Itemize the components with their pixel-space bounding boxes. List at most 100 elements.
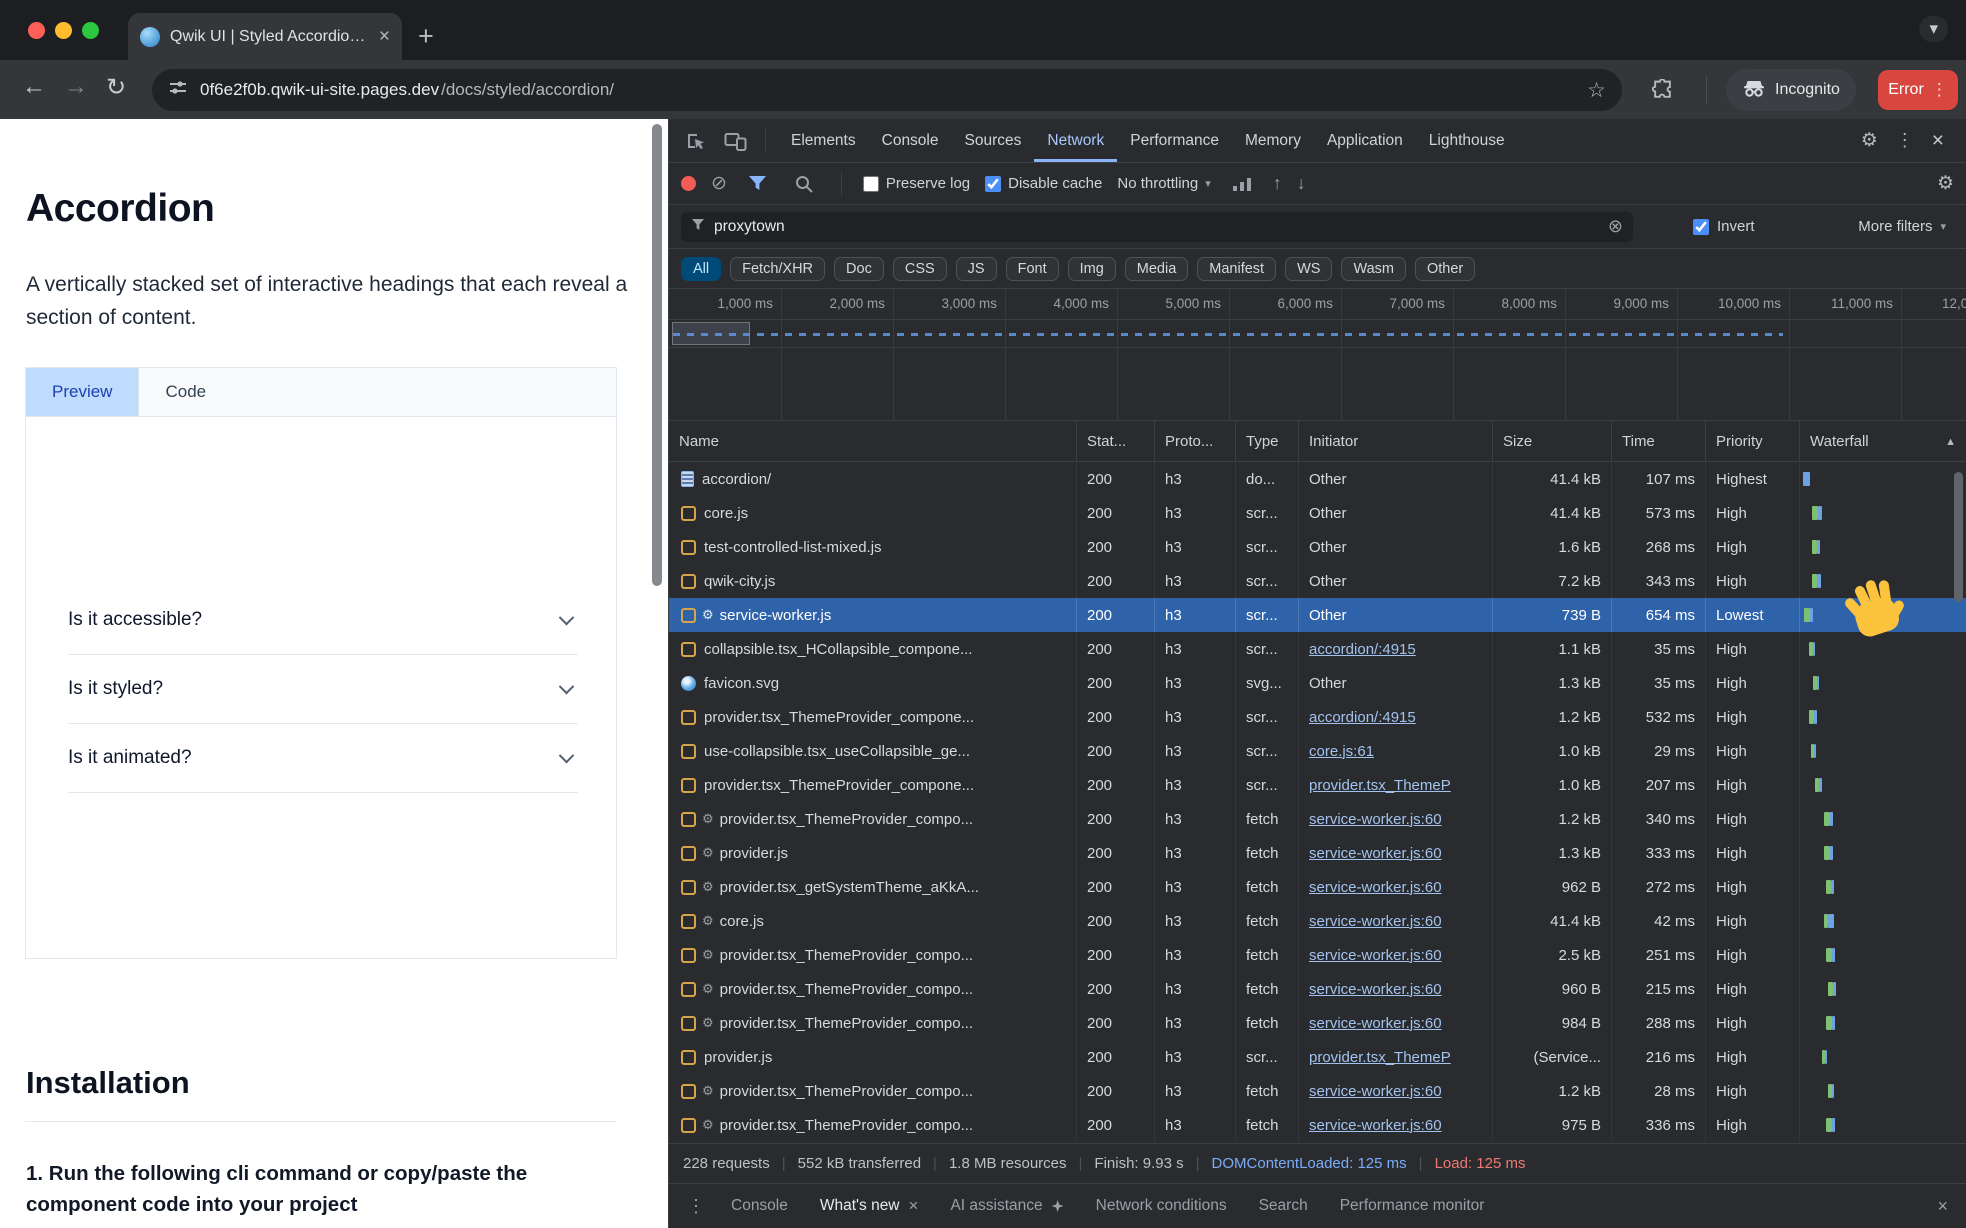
filter-chip-doc[interactable]: Doc [834, 257, 884, 281]
network-request-row[interactable]: ⚙provider.tsx_ThemeProvider_compo...200h… [669, 972, 1966, 1006]
devtools-scrollbar-thumb[interactable] [1954, 472, 1963, 602]
network-request-row[interactable]: use-collapsible.tsx_useCollapsible_ge...… [669, 734, 1966, 768]
devtools-menu-icon[interactable]: ⋮ [1896, 130, 1914, 151]
drawer-tab-console[interactable]: Console [715, 1184, 804, 1228]
initiator-link[interactable]: service-worker.js:60 [1309, 845, 1442, 862]
devtools-tab-network[interactable]: Network [1034, 119, 1117, 162]
initiator-link[interactable]: provider.tsx_ThemeP [1309, 777, 1451, 794]
drawer-tab-network-conditions[interactable]: Network conditions [1080, 1184, 1243, 1228]
initiator-link[interactable]: service-worker.js:60 [1309, 981, 1442, 998]
accordion-trigger-is-it-animated[interactable]: Is it animated? [68, 724, 578, 793]
network-request-row[interactable]: ⚙provider.tsx_ThemeProvider_compo...200h… [669, 938, 1966, 972]
devtools-tab-performance[interactable]: Performance [1117, 119, 1232, 162]
network-request-row[interactable]: ⚙provider.tsx_ThemeProvider_compo...200h… [669, 1074, 1966, 1108]
network-request-row[interactable]: test-controlled-list-mixed.js200h3scr...… [669, 530, 1966, 564]
drawer-tab-ai-assistance[interactable]: AI assistance [934, 1184, 1079, 1228]
page-scrollbar-thumb[interactable] [652, 124, 662, 586]
filter-chip-other[interactable]: Other [1415, 257, 1475, 281]
inspect-element-icon[interactable] [679, 131, 712, 151]
preserve-log-toggle[interactable]: Preserve log [863, 175, 970, 192]
new-tab-button[interactable]: + [418, 16, 434, 56]
more-filters-button[interactable]: More filters ▾ [1858, 218, 1946, 235]
network-request-row[interactable]: ⚙provider.tsx_ThemeProvider_compo...200h… [669, 1108, 1966, 1142]
tab-close-icon[interactable]: × [379, 27, 390, 46]
export-har-icon[interactable]: ↓ [1297, 173, 1306, 194]
browser-menu-icon[interactable]: ⋮ [1931, 80, 1948, 100]
network-request-row[interactable]: provider.tsx_ThemeProvider_compone...200… [669, 700, 1966, 734]
tab-search-button[interactable]: ▾ [1919, 16, 1948, 42]
minimize-window-button[interactable] [55, 22, 72, 39]
network-request-row[interactable]: accordion/200h3do...Other41.4 kB107 msHi… [669, 462, 1966, 496]
initiator-link[interactable]: service-worker.js:60 [1309, 1015, 1442, 1032]
network-request-row[interactable]: ⚙provider.tsx_ThemeProvider_compo...200h… [669, 802, 1966, 836]
network-request-row[interactable]: ⚙service-worker.js200h3scr...Other739 B6… [669, 598, 1966, 632]
drawer-tab-close-icon[interactable]: × [909, 1196, 919, 1216]
invert-checkbox[interactable] [1693, 219, 1709, 235]
network-request-row[interactable]: ⚙core.js200h3fetchservice-worker.js:6041… [669, 904, 1966, 938]
disable-cache-checkbox[interactable] [985, 176, 1001, 192]
accordion-trigger-is-it-accessible[interactable]: Is it accessible? [68, 586, 578, 655]
devtools-tab-memory[interactable]: Memory [1232, 119, 1314, 162]
network-request-row[interactable]: favicon.svg200h3svg...Other1.3 kB35 msHi… [669, 666, 1966, 700]
initiator-link[interactable]: accordion/:4915 [1309, 709, 1416, 726]
filter-chip-font[interactable]: Font [1006, 257, 1059, 281]
devtools-tab-application[interactable]: Application [1314, 119, 1416, 162]
devtools-tab-console[interactable]: Console [869, 119, 952, 162]
network-settings-icon[interactable]: ⚙ [1937, 172, 1954, 195]
column-header-name[interactable]: Name [669, 421, 1077, 462]
network-request-row[interactable]: ⚙provider.tsx_ThemeProvider_compo...200h… [669, 1006, 1966, 1040]
drawer-tab-what-s-new[interactable]: What's new× [804, 1184, 935, 1228]
filter-chip-all[interactable]: All [681, 257, 721, 281]
clear-network-log-icon[interactable]: ⊘ [711, 174, 727, 193]
column-header-priority[interactable]: Priority [1706, 421, 1800, 462]
filter-chip-img[interactable]: Img [1068, 257, 1116, 281]
record-network-log-button[interactable] [681, 176, 696, 191]
devtools-tab-elements[interactable]: Elements [778, 119, 869, 162]
forward-button[interactable]: → [64, 73, 88, 101]
filter-chip-wasm[interactable]: Wasm [1341, 257, 1406, 281]
search-icon[interactable] [788, 174, 820, 194]
address-bar[interactable]: 0f6e2f0b.qwik-ui-site.pages.dev /docs/st… [152, 69, 1622, 111]
bookmark-star-icon[interactable]: ☆ [1587, 78, 1606, 103]
drawer-tab-performance-monitor[interactable]: Performance monitor [1324, 1184, 1501, 1228]
initiator-link[interactable]: service-worker.js:60 [1309, 947, 1442, 964]
initiator-link[interactable]: core.js:61 [1309, 743, 1374, 760]
filter-chip-manifest[interactable]: Manifest [1197, 257, 1276, 281]
drawer-close-icon[interactable]: × [1929, 1196, 1956, 1217]
initiator-link[interactable]: service-worker.js:60 [1309, 1083, 1442, 1100]
device-toolbar-icon[interactable] [718, 131, 753, 151]
error-button[interactable]: Error ⋮ [1878, 70, 1958, 110]
network-request-row[interactable]: qwik-city.js200h3scr...Other7.2 kB343 ms… [669, 564, 1966, 598]
import-har-icon[interactable]: ↑ [1273, 173, 1282, 194]
network-request-row[interactable]: provider.tsx_ThemeProvider_compone...200… [669, 768, 1966, 802]
filter-chip-css[interactable]: CSS [893, 257, 947, 281]
demo-tab-code[interactable]: Code [139, 368, 232, 416]
extensions-icon[interactable] [1652, 79, 1673, 105]
close-window-button[interactable] [28, 22, 45, 39]
drawer-tab-search[interactable]: Search [1243, 1184, 1324, 1228]
column-header-type[interactable]: Type [1236, 421, 1299, 462]
initiator-link[interactable]: service-worker.js:60 [1309, 1117, 1442, 1134]
timeline-overview[interactable]: 1,000 ms2,000 ms3,000 ms4,000 ms5,000 ms… [669, 289, 1966, 421]
column-header-status[interactable]: Stat... [1077, 421, 1155, 462]
invert-filter-toggle[interactable]: Invert [1693, 218, 1755, 235]
initiator-link[interactable]: service-worker.js:60 [1309, 811, 1442, 828]
devtools-settings-icon[interactable]: ⚙ [1861, 129, 1878, 152]
column-header-waterfall[interactable]: Waterfall▲ [1800, 421, 1966, 462]
devtools-tab-lighthouse[interactable]: Lighthouse [1416, 119, 1518, 162]
initiator-link[interactable]: service-worker.js:60 [1309, 879, 1442, 896]
maximize-window-button[interactable] [82, 22, 99, 39]
network-request-row[interactable]: collapsible.tsx_HCollapsible_compone...2… [669, 632, 1966, 666]
filter-input[interactable] [714, 218, 1599, 236]
filter-input-box[interactable]: ⊗ [681, 212, 1633, 242]
network-request-row[interactable]: core.js200h3scr...Other41.4 kB573 msHigh [669, 496, 1966, 530]
browser-tab[interactable]: Qwik UI | Styled Accordion Co × [128, 13, 402, 60]
initiator-link[interactable]: service-worker.js:60 [1309, 913, 1442, 930]
preserve-log-checkbox[interactable] [863, 176, 879, 192]
filter-chip-fetch-xhr[interactable]: Fetch/XHR [730, 257, 825, 281]
site-settings-icon[interactable] [168, 78, 188, 103]
network-request-row[interactable]: provider.js200h3scr...provider.tsx_Theme… [669, 1040, 1966, 1074]
devtools-close-icon[interactable]: × [1932, 129, 1944, 153]
initiator-link[interactable]: accordion/:4915 [1309, 641, 1416, 658]
filter-chip-ws[interactable]: WS [1285, 257, 1332, 281]
